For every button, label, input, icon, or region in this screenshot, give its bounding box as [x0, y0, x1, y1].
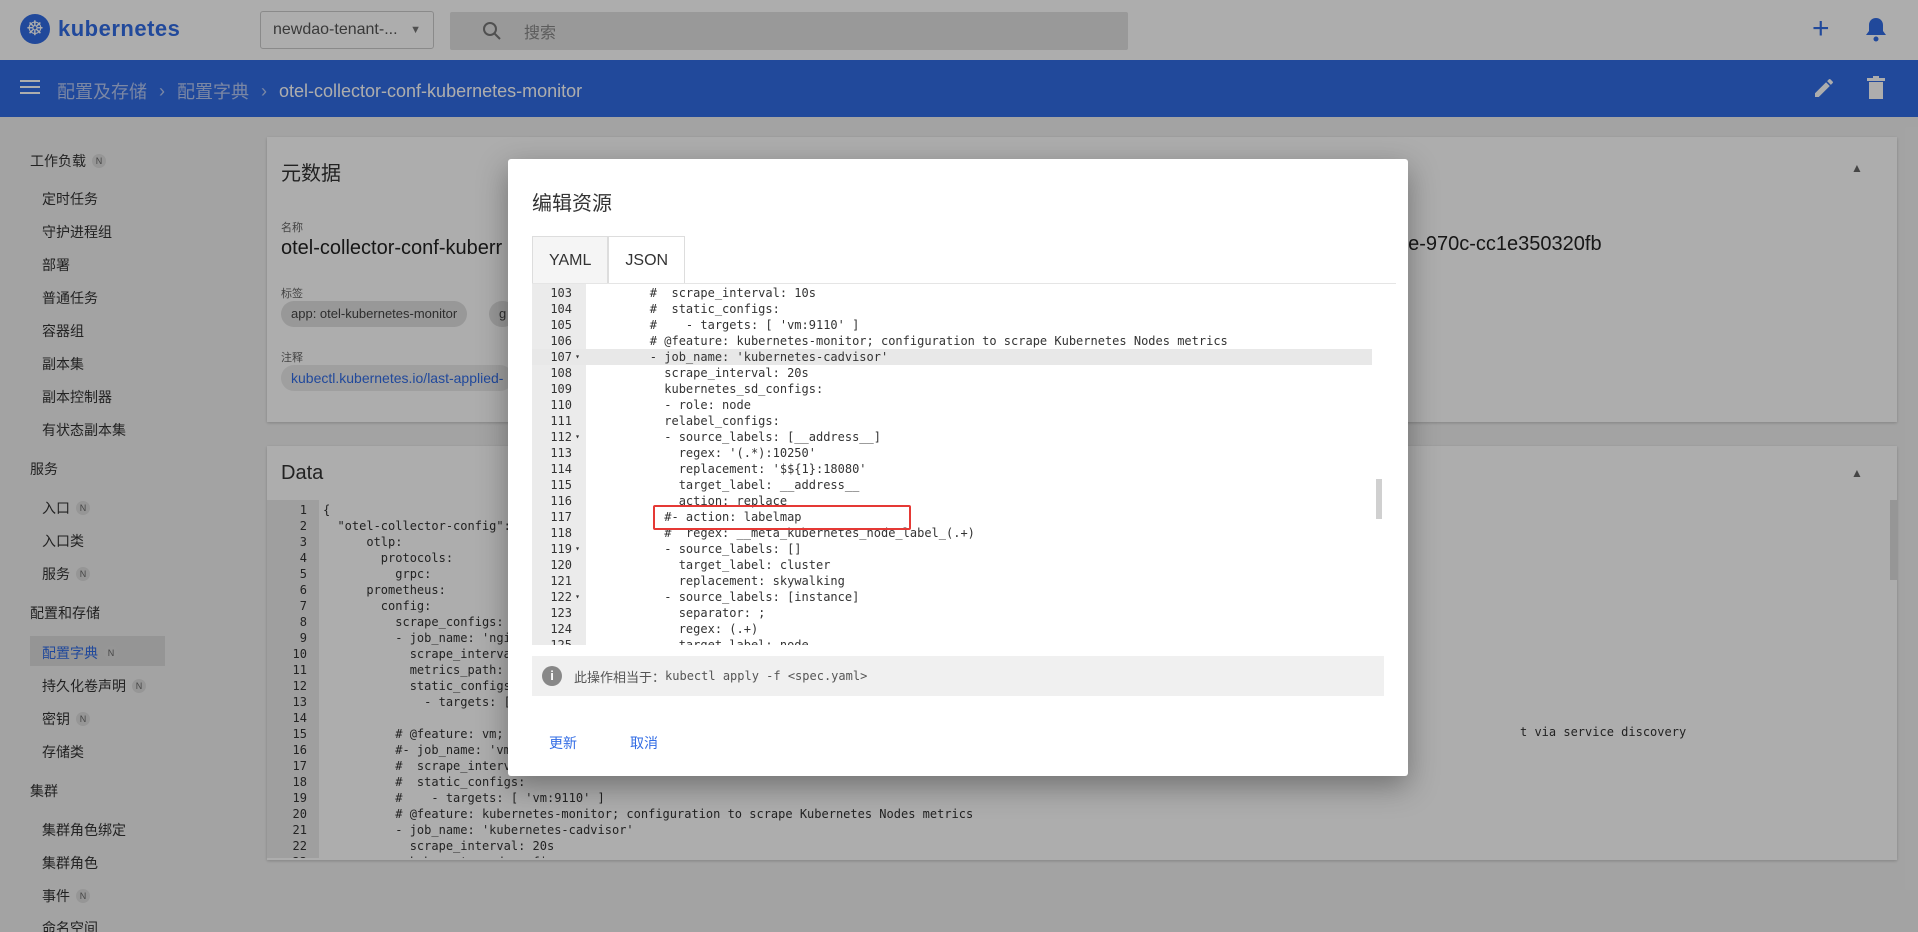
tab-json[interactable]: JSON [608, 236, 686, 284]
code-line: regex: '(.*):10250' [592, 446, 816, 460]
cancel-button[interactable]: 取消 [630, 733, 658, 753]
line-number: 116 [550, 494, 572, 508]
line-number: 117 [550, 510, 572, 524]
line-number: 121 [550, 574, 572, 588]
code-line: - source_labels: [] [592, 542, 802, 556]
code-line: - role: node [592, 398, 751, 412]
fold-toggle-icon[interactable]: ▾ [568, 589, 580, 605]
line-number: 108 [550, 366, 572, 380]
code-line: # scrape_interval: 10s [592, 286, 816, 300]
code-line: # - targets: [ 'vm:9110' ] [592, 318, 860, 332]
code-line: target_label: __address__ [592, 478, 860, 492]
highlight-annotation-box [653, 505, 911, 530]
code-line: # static_configs: [592, 302, 780, 316]
code-line: - source_labels: [__address__] [592, 430, 881, 444]
format-tabs: YAML JSON [532, 236, 686, 284]
code-line: regex: (.+) [592, 622, 759, 636]
fold-toggle-icon[interactable]: ▾ [568, 541, 580, 557]
line-number: 110 [550, 398, 572, 412]
code-line: kubernetes_sd_configs: [592, 382, 824, 396]
line-number: 123 [550, 606, 572, 620]
line-number: 124 [550, 622, 572, 636]
line-number: 118 [550, 526, 572, 540]
info-banner: i 此操作相当于： kubectl apply -f <spec.yaml> [532, 656, 1384, 696]
fold-toggle-icon[interactable]: ▾ [568, 349, 580, 365]
info-icon: i [542, 666, 562, 686]
line-number: 109 [550, 382, 572, 396]
code-line: separator: ; [592, 606, 766, 620]
line-number: 107 [550, 350, 572, 364]
code-line: target_label: cluster [592, 558, 831, 572]
dialog-title: 编辑资源 [532, 193, 612, 215]
line-number: 115 [550, 478, 572, 492]
line-number: 103 [550, 286, 572, 300]
line-number: 111 [550, 414, 572, 428]
fold-toggle-icon[interactable]: ▾ [568, 429, 580, 445]
scrollbar[interactable] [1376, 479, 1382, 519]
line-number: 104 [550, 302, 572, 316]
code-line: replacement: skywalking [592, 574, 845, 588]
update-button[interactable]: 更新 [549, 733, 577, 753]
line-number: 119 [550, 542, 572, 556]
code-line: - source_labels: [instance] [592, 590, 860, 604]
info-command: kubectl apply -f <spec.yaml> [665, 669, 868, 683]
line-number: 106 [550, 334, 572, 348]
line-number: 105 [550, 318, 572, 332]
line-number: 112 [550, 430, 572, 444]
tab-yaml[interactable]: YAML [532, 236, 609, 284]
line-number: 114 [550, 462, 572, 476]
code-line: target_label: node [592, 638, 809, 645]
code-line: replacement: '$${1}:18080' [592, 462, 867, 476]
line-number: 122 [550, 590, 572, 604]
code-line: # @feature: kubernetes-monitor; configur… [592, 334, 1228, 348]
code-line: scrape_interval: 20s [592, 366, 809, 380]
code-line: - job_name: 'kubernetes-cadvisor' [592, 350, 889, 364]
line-number: 113 [550, 446, 572, 460]
resource-code-editor[interactable]: 103 # scrape_interval: 10s 104 # static_c… [532, 283, 1396, 645]
edit-resource-dialog: 编辑资源 YAML JSON 103 # scrape_interval: 10… [508, 159, 1408, 776]
line-number: 120 [550, 558, 572, 572]
code-line: relabel_configs: [592, 414, 780, 428]
line-number: 125 [550, 638, 572, 645]
info-text: 此操作相当于： [574, 669, 666, 685]
